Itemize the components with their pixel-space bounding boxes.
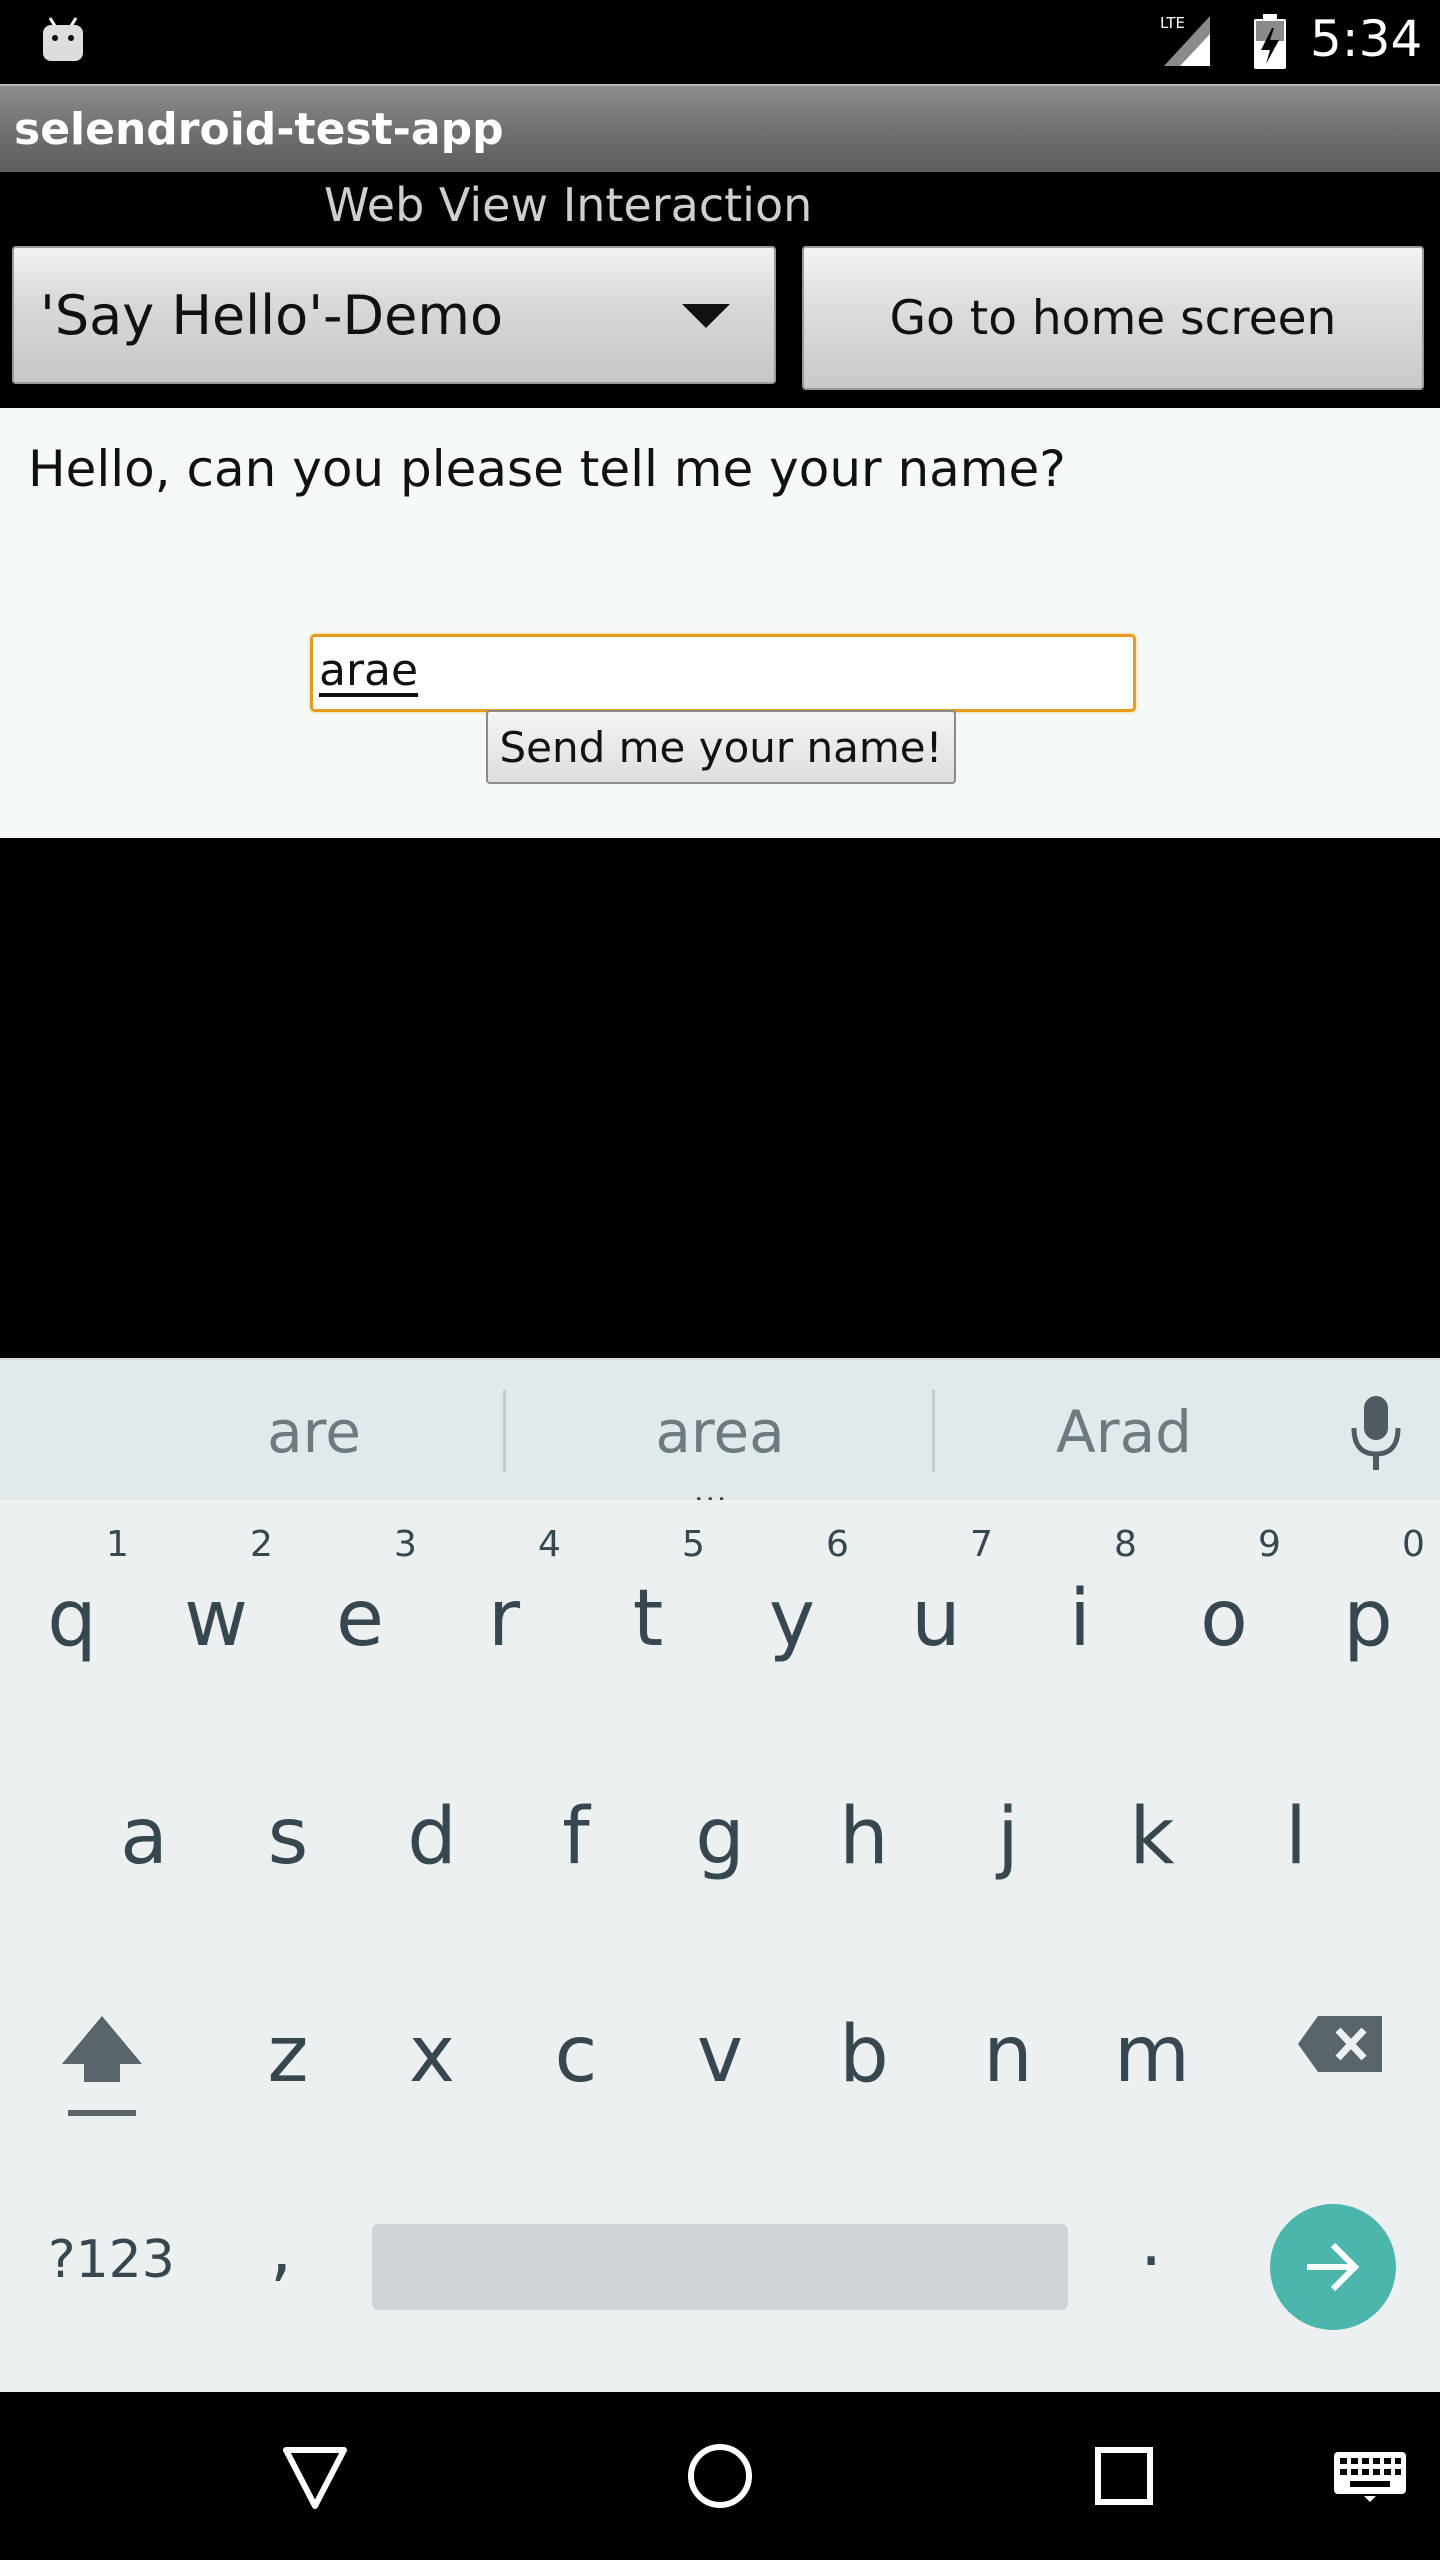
shift-icon[interactable] [58,2012,146,2122]
key-hint-0: 0 [1402,1524,1425,1565]
webview: Hello, can you please tell me your name?… [0,408,1440,838]
name-input[interactable]: arae [310,634,1136,712]
recents-icon[interactable] [1094,2446,1154,2506]
spinner-selected-value: 'Say Hello'-Demo [40,284,503,347]
home-icon[interactable] [686,2442,754,2510]
comma-key[interactable]: , [270,2208,292,2290]
key-w[interactable]: w [144,1574,288,1664]
enter-arrow-icon [1307,2242,1360,2292]
key-t[interactable]: t [576,1574,720,1664]
key-p[interactable]: p [1296,1574,1440,1664]
key-u[interactable]: u [864,1574,1008,1664]
app-title: selendroid-test-app [14,104,504,155]
suggestion-3[interactable]: Arad [1056,1398,1192,1466]
key-r[interactable]: r [432,1574,576,1664]
name-input-value: arae [319,645,419,696]
keyboard-icon[interactable] [1334,2452,1406,2502]
key-e[interactable]: e [288,1574,432,1664]
key-s[interactable]: s [216,1792,360,1882]
key-g[interactable]: g [648,1792,792,1882]
network-label: LTE [1160,14,1185,32]
key-hint-2: 2 [250,1524,273,1565]
suggestion-divider [503,1390,506,1472]
back-icon[interactable] [282,2446,348,2510]
symbols-key[interactable]: ?123 [48,2230,175,2290]
period-key[interactable]: . [1140,2200,1162,2282]
go-to-home-button[interactable]: Go to home screen [802,246,1424,390]
key-d[interactable]: d [360,1792,504,1882]
status-time: 5:34 [1310,10,1423,68]
dropdown-arrow-icon [682,304,730,328]
key-j[interactable]: j [936,1792,1080,1882]
soft-keyboard: q 1w 2e 3r 4t 5y 6u 7i 8o 9p 0 asdfghjkl zxcvbnm ?… [0,1500,1440,2392]
lte-signal-icon: LTE [1160,14,1210,66]
key-hint-1: 1 [106,1524,129,1565]
key-a[interactable]: a [72,1792,216,1882]
status-bar: LTE 5:34 [0,0,1440,84]
key-y[interactable]: y [720,1574,864,1664]
key-q[interactable]: q [0,1574,144,1664]
key-v[interactable]: v [648,2010,792,2100]
key-hint-4: 4 [538,1524,561,1565]
key-i[interactable]: i [1008,1574,1152,1664]
android-debug-icon [43,17,83,61]
key-o[interactable]: o [1152,1574,1296,1664]
backspace-icon[interactable] [1296,2014,1384,2074]
web-question-text: Hello, can you please tell me your name? [28,440,1066,498]
enter-key[interactable] [1270,2204,1396,2330]
key-hint-3: 3 [394,1524,417,1565]
screen-label: Web View Interaction [324,178,813,232]
action-bar: selendroid-test-app [0,84,1440,172]
suggestion-divider [932,1390,935,1472]
send-name-button[interactable]: Send me your name! [486,710,956,784]
space-bar[interactable] [372,2224,1068,2310]
key-n[interactable]: n [936,2010,1080,2100]
key-f[interactable]: f [504,1792,648,1882]
battery-charging-icon [1254,14,1286,69]
key-m[interactable]: m [1080,2010,1224,2100]
suggestion-1[interactable]: are [267,1398,361,1466]
key-z[interactable]: z [216,2010,360,2100]
suggestion-2[interactable]: area [655,1398,784,1466]
key-c[interactable]: c [504,2010,648,2100]
key-x[interactable]: x [360,2010,504,2100]
key-b[interactable]: b [792,2010,936,2100]
more-suggestions-indicator: ... [694,1471,729,1509]
microphone-icon[interactable] [1346,1396,1406,1472]
key-k[interactable]: k [1080,1792,1224,1882]
key-hint-5: 5 [682,1524,705,1565]
key-hint-6: 6 [826,1524,849,1565]
navigation-bar [0,2392,1440,2560]
key-hint-8: 8 [1114,1524,1137,1565]
key-l[interactable]: l [1224,1792,1368,1882]
key-hint-7: 7 [970,1524,993,1565]
suggestion-strip: are area ... Arad [0,1358,1440,1509]
key-hint-9: 9 [1258,1524,1281,1565]
key-h[interactable]: h [792,1792,936,1882]
demo-spinner[interactable]: 'Say Hello'-Demo [12,246,776,384]
